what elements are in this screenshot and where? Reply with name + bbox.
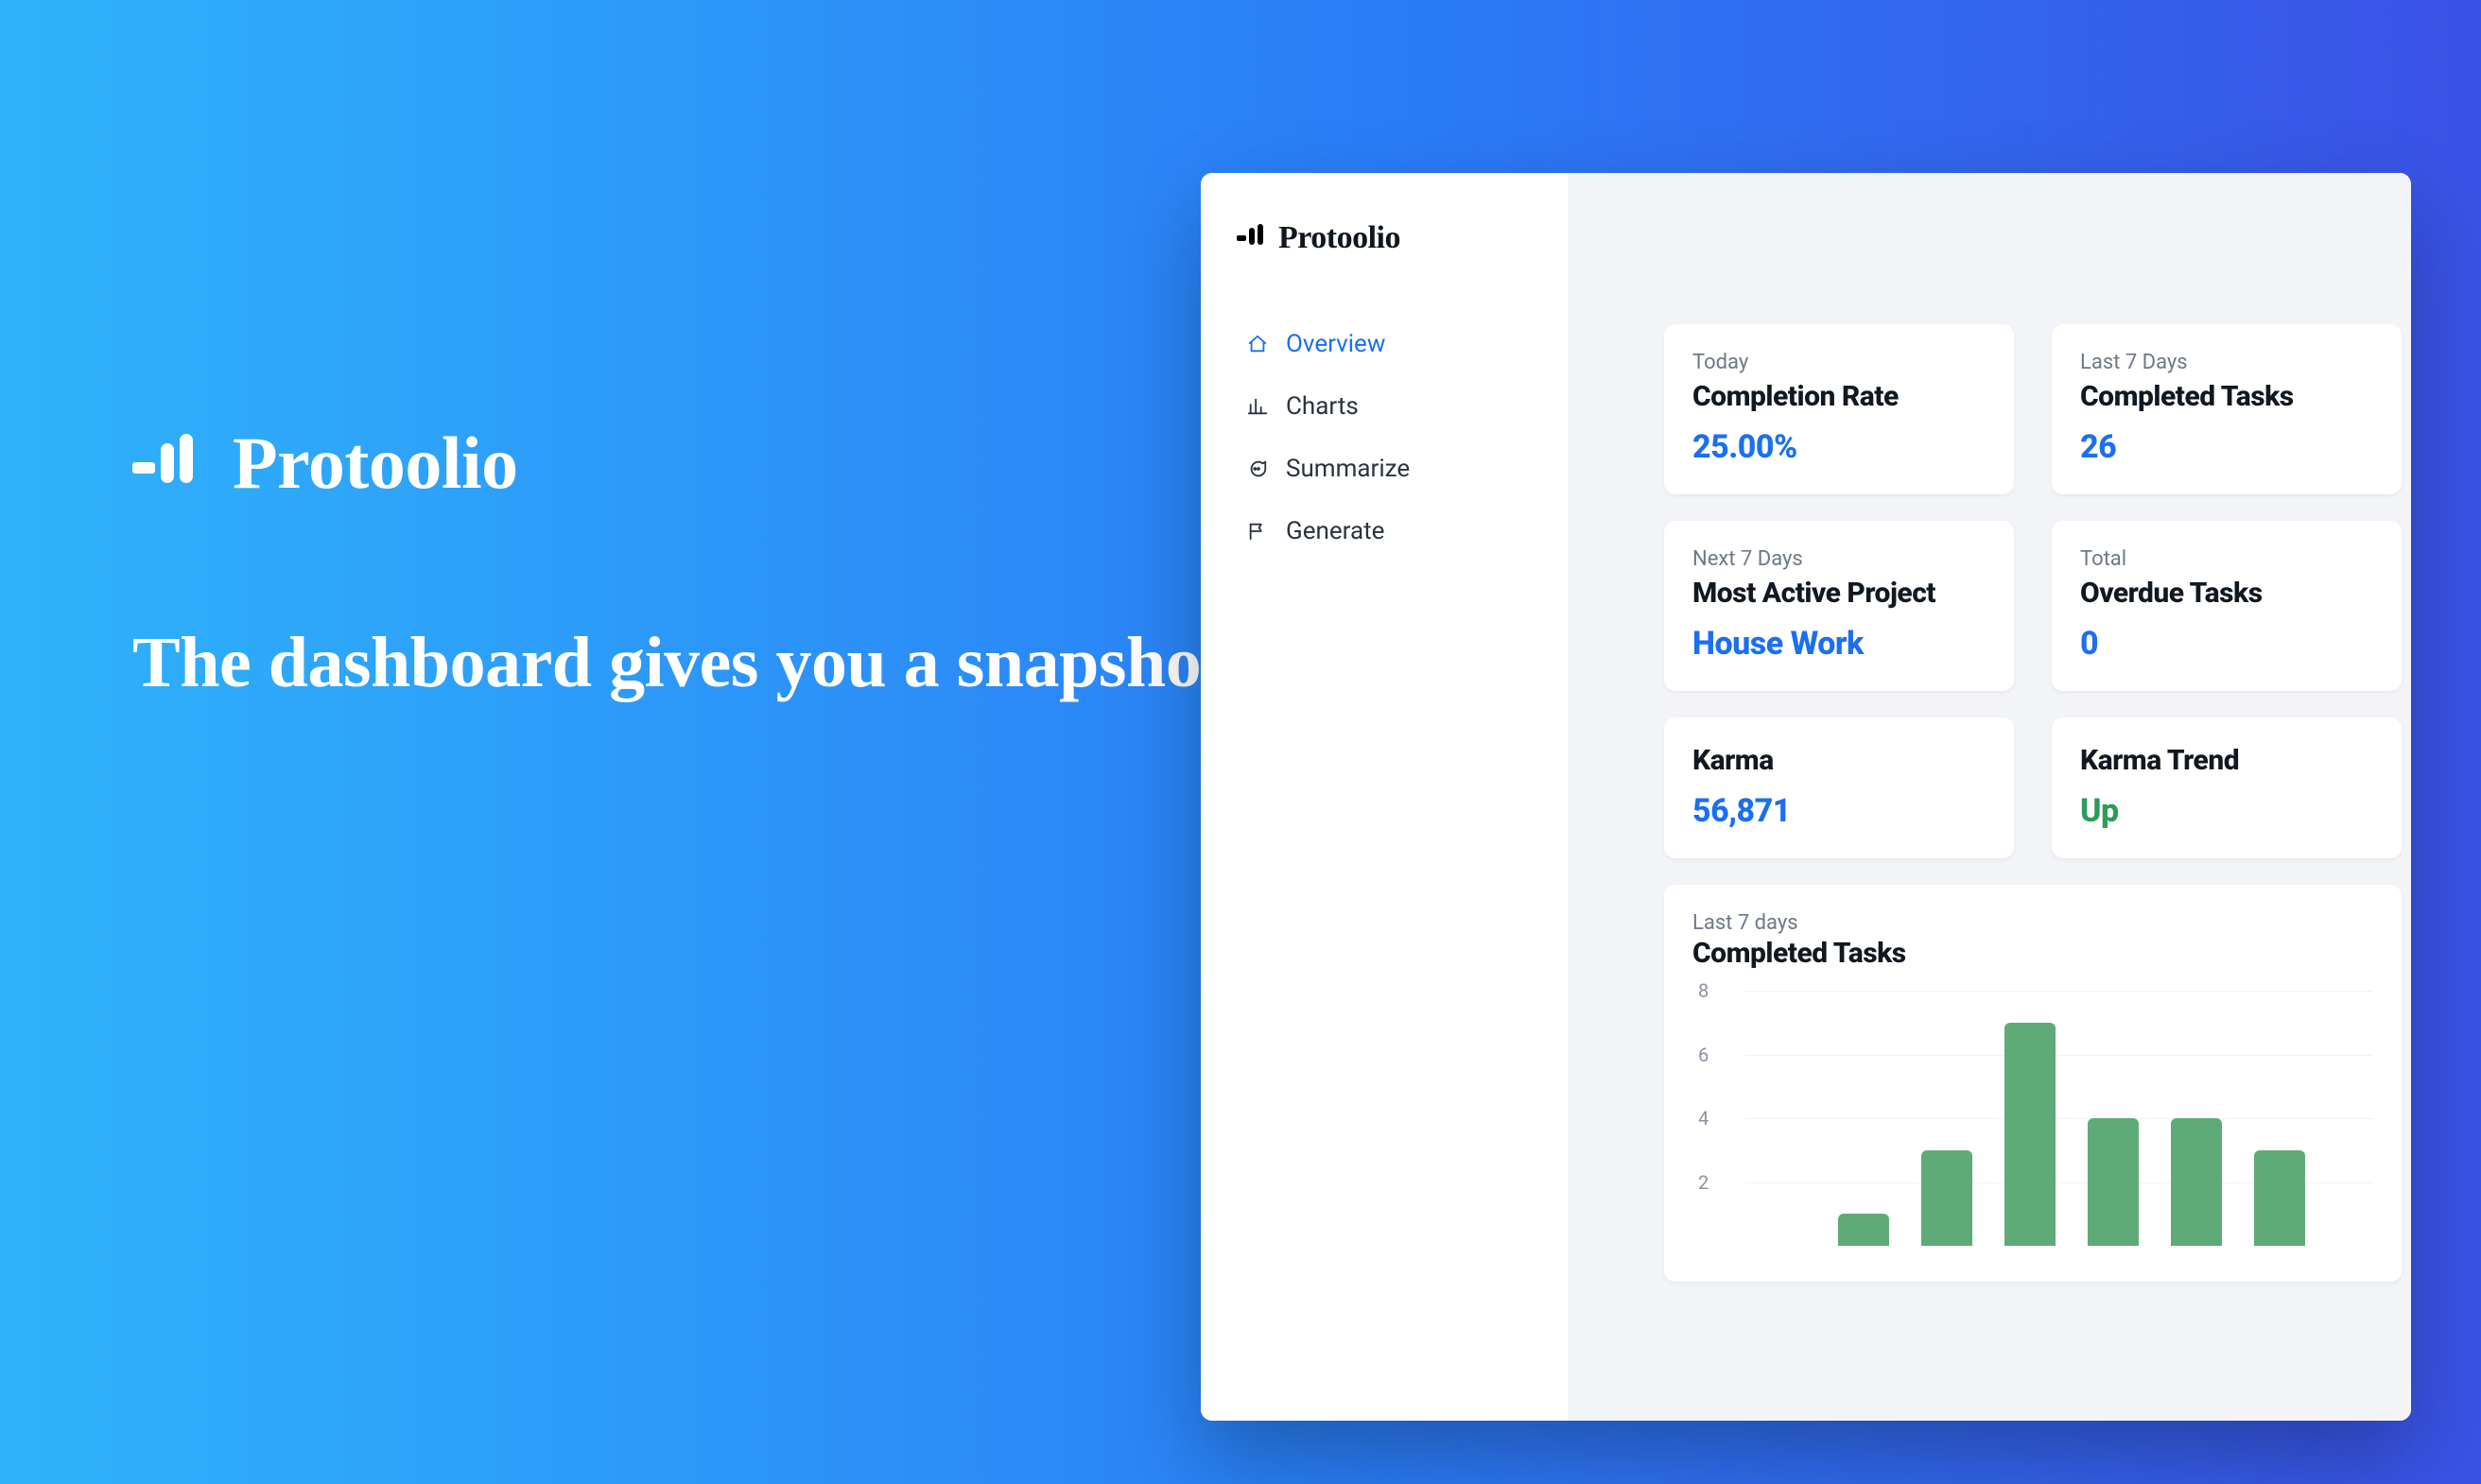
chart-plot-area: 2468 bbox=[1698, 991, 2373, 1246]
chart-y-tick: 4 bbox=[1698, 1107, 1709, 1130]
stat-card: Next 7 Days Most Active Project House Work bbox=[1664, 521, 2014, 691]
home-icon bbox=[1246, 333, 1269, 355]
chart-bar bbox=[2088, 1118, 2139, 1246]
chart-y-tick: 8 bbox=[1698, 979, 1709, 1002]
nav-item-label: Generate bbox=[1286, 517, 1384, 545]
card-title: Completed Tasks bbox=[2080, 380, 2373, 413]
nav-item-generate[interactable]: Generate bbox=[1237, 500, 1538, 562]
card-title: Karma Trend bbox=[2080, 744, 2373, 777]
card-value: 0 bbox=[2080, 625, 2373, 663]
chart-bar bbox=[2171, 1118, 2222, 1246]
stats-cards: Today Completion Rate 25.00% Last 7 Days Com… bbox=[1664, 324, 2411, 1282]
chart-bar bbox=[2254, 1150, 2305, 1246]
nav-item-charts[interactable]: Charts bbox=[1237, 375, 1538, 438]
sidebar-logo: Protoolio bbox=[1237, 220, 1538, 256]
chart-supertitle: Last 7 days bbox=[1692, 911, 2373, 935]
chart-card-completed-tasks: Last 7 daysCompleted Tasks 2 4 6 8 bbox=[1664, 885, 2402, 1282]
chart-y-tick: 2 bbox=[1698, 1171, 1709, 1194]
app-window: Protoolio Overview Charts Summarize Generat… bbox=[1201, 173, 2411, 1421]
sidebar-nav: Overview Charts Summarize Generate bbox=[1237, 313, 1538, 562]
stat-card: Last 7 Days Completed Tasks 26 bbox=[2052, 324, 2402, 494]
chart-bar bbox=[2004, 1023, 2056, 1246]
chat-icon bbox=[1246, 457, 1269, 480]
hero-brand-text: Protoolio bbox=[233, 421, 518, 506]
protoolio-logo-icon bbox=[1237, 224, 1269, 252]
card-supertitle: Next 7 Days bbox=[1692, 547, 1986, 571]
card-supertitle: Today bbox=[1692, 351, 1986, 374]
card-value: 26 bbox=[2080, 428, 2373, 466]
nav-item-label: Charts bbox=[1286, 392, 1359, 421]
card-supertitle: Total bbox=[2080, 547, 2373, 571]
sidebar-brand-text: Protoolio bbox=[1278, 220, 1400, 256]
stat-card: Today Completion Rate 25.00% bbox=[1664, 324, 2014, 494]
card-value: 25.00% bbox=[1692, 428, 1986, 466]
chart-y-tick: 6 bbox=[1698, 1044, 1709, 1066]
sidebar: Protoolio Overview Charts Summarize Generat… bbox=[1201, 173, 1570, 1421]
chart-bars bbox=[1745, 991, 2373, 1246]
chart-icon bbox=[1246, 395, 1269, 418]
chart-y-axis: 2468 bbox=[1698, 991, 1736, 1246]
card-title: Overdue Tasks bbox=[2080, 577, 2373, 610]
protoolio-logo-icon bbox=[132, 434, 214, 492]
chart-bar bbox=[1838, 1214, 1889, 1246]
card-value: 56,871 bbox=[1692, 792, 1986, 830]
card-value: Up bbox=[2080, 792, 2373, 830]
chart-plot bbox=[1745, 991, 2373, 1246]
stat-card: Total Overdue Tasks 0 bbox=[2052, 521, 2402, 691]
nav-item-label: Overview bbox=[1286, 330, 1385, 358]
nav-item-overview[interactable]: Overview bbox=[1237, 313, 1538, 375]
nav-item-label: Summarize bbox=[1286, 455, 1410, 483]
main-content: Today Completion Rate 25.00% Last 7 Days Com… bbox=[1570, 173, 2411, 1421]
flag-icon bbox=[1246, 520, 1269, 543]
card-title: Most Active Project bbox=[1692, 577, 1986, 610]
chart-title: Completed Tasks bbox=[1692, 937, 2373, 970]
stat-card: Karma 56,871 bbox=[1664, 717, 2014, 858]
card-title: Karma bbox=[1692, 744, 1986, 777]
card-supertitle: Last 7 Days bbox=[2080, 351, 2373, 374]
card-value: House Work bbox=[1692, 625, 1986, 663]
chart-bar bbox=[1921, 1150, 1972, 1246]
card-title: Completion Rate bbox=[1692, 380, 1986, 413]
nav-item-summarize[interactable]: Summarize bbox=[1237, 438, 1538, 500]
stat-card: Karma Trend Up bbox=[2052, 717, 2402, 858]
